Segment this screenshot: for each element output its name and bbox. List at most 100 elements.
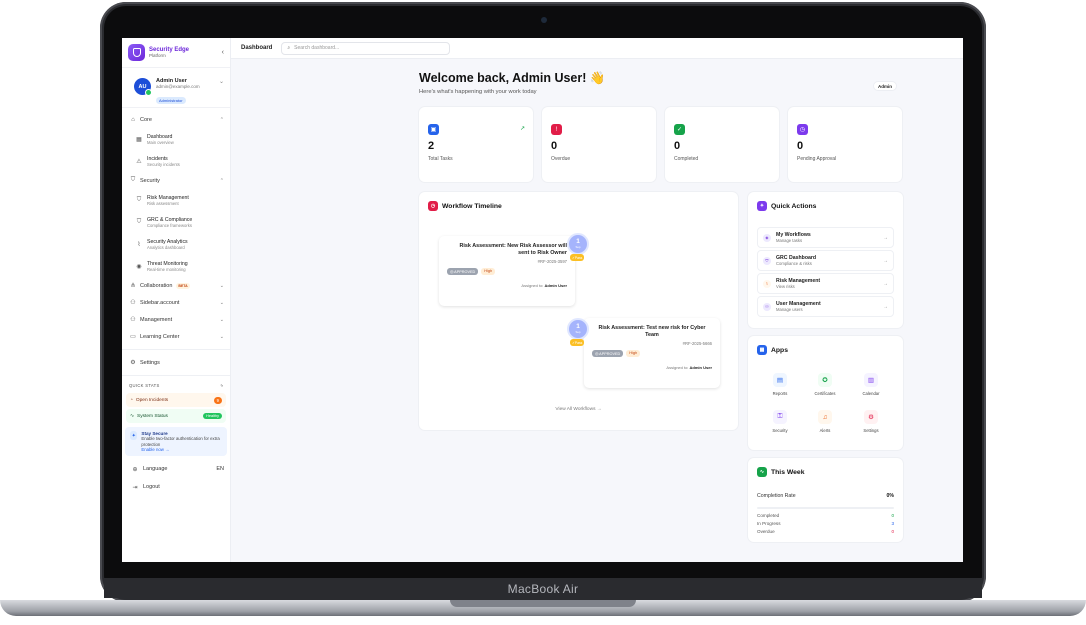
language-label: Language	[143, 466, 168, 473]
action-subtitle: Compliance & risks	[776, 261, 812, 266]
certificate-icon: ✪	[818, 373, 832, 387]
beta-badge: BETA	[176, 282, 190, 289]
app-settings[interactable]: ⚙ Settings	[856, 410, 886, 433]
search-icon: ⌕	[287, 45, 291, 51]
user-icon: ⚇	[130, 300, 136, 306]
quick-action-user-management[interactable]: ⚇ User Management Manage users →	[757, 296, 894, 317]
globe-icon: ⊕	[132, 466, 138, 473]
breadcrumb: Dashboard	[241, 45, 273, 51]
priority-badge: High	[481, 267, 496, 275]
app-calendar[interactable]: ▥ Calendar	[856, 373, 886, 396]
stat-card-total-tasks[interactable]: ▣ ↗ 2 Total Tasks	[419, 107, 533, 182]
workflow-assignee: Assigned to: Admin User	[592, 365, 712, 370]
app-security[interactable]: ⚿ Security	[765, 410, 795, 433]
item-subtitle: Real-time monitoring	[147, 266, 186, 272]
page-title: Welcome back, Admin User! 👋	[419, 71, 606, 85]
arrow-right-icon: →	[883, 280, 888, 287]
shield-icon: ⛉	[136, 196, 142, 203]
app-reports[interactable]: ▤ Reports	[765, 373, 795, 396]
topbar: Dashboard ⌕ Search dashboard...	[231, 38, 963, 59]
arrow-right-icon: →	[883, 303, 888, 310]
app-alerts[interactable]: ♫ Alerts	[810, 410, 840, 433]
chevron-down-icon: ⌄	[219, 299, 224, 306]
bell-icon: ♫	[818, 410, 832, 424]
rate-label: Completion Rate	[757, 493, 796, 499]
trend-up-icon: ↗	[519, 126, 525, 132]
app-certificates[interactable]: ✪ Certificates	[810, 373, 840, 396]
quick-stats-title: QUICK STATS	[129, 383, 160, 388]
node-month: Sep	[575, 245, 581, 250]
sidebar-item-threat-monitoring[interactable]: ◉ Threat Monitoring Real-time monitoring	[122, 255, 230, 277]
sidebar-item-incidents[interactable]: ⚠ Incidents Security incidents	[122, 150, 230, 172]
chevron-up-icon: ⌃	[219, 116, 224, 123]
sidebar-item-risk-management[interactable]: ⛉ Risk Management Risk assessment	[122, 189, 230, 211]
user-profile[interactable]: AU Admin User admin@example.com Administ…	[122, 68, 230, 108]
logout-button[interactable]: ⇥ Logout	[122, 478, 230, 496]
nav-group-label: Learning Center	[140, 333, 180, 340]
sidebar-item-settings[interactable]: ⚙ Settings	[122, 354, 230, 371]
sidebar-item-security-analytics[interactable]: ⌇ Security Analytics Analytics dashboard	[122, 233, 230, 255]
quick-actions-card: ✦ Quick Actions ◈ My Workflows Manage tas…	[748, 192, 903, 328]
nav-group-management[interactable]: ⚇ Management ⌄	[122, 311, 230, 328]
home-icon: ⌂	[131, 116, 135, 123]
sidebar: Security Edge Platform ‹ AU Admin User a…	[122, 38, 231, 562]
action-subtitle: View risks	[776, 284, 795, 289]
alert-icon: !	[551, 124, 562, 135]
system-status-stat[interactable]: ∿ System Status Healthy	[126, 409, 226, 423]
user-email: admin@example.com	[156, 84, 200, 89]
row-label: In Progress	[757, 521, 781, 526]
timeline-node: 1 Sep	[567, 233, 589, 255]
page-subtitle: Here's what's happening with your work t…	[419, 89, 537, 95]
status-text: APPROVED	[599, 351, 621, 356]
nav-group-security[interactable]: ⛉ Security ⌃	[122, 172, 230, 189]
stay-secure-card: ✦ Stay Secure Enable two-factor authenti…	[125, 427, 227, 457]
chart-icon: ⌇	[137, 241, 141, 248]
stat-value: 2	[428, 140, 435, 152]
stat-card-pending-approval[interactable]: ◷ 0 Pending Approval	[788, 107, 902, 182]
nav-group-core[interactable]: ⌂ Core ⌃	[122, 111, 230, 128]
action-subtitle: Manage tasks	[776, 238, 803, 243]
open-incidents-stat[interactable]: ◔ Open Incidents 9	[126, 393, 226, 407]
view-all-workflows-link[interactable]: View All Workflows →	[419, 407, 738, 412]
enable-2fa-link[interactable]: Enable now →	[141, 447, 222, 452]
workflow-item[interactable]: Risk Assessment: New Risk Assessor will …	[439, 236, 575, 306]
eye-icon: ◉	[136, 263, 142, 270]
stat-card-completed[interactable]: ✓ 0 Completed	[665, 107, 779, 182]
alert-circle-icon: ◔	[130, 397, 133, 403]
section-header: ◷ Workflow Timeline	[428, 201, 502, 211]
section-header: ▦ Apps	[757, 345, 788, 355]
nav-group-account[interactable]: ⚇ Sidebar.account ⌄	[122, 294, 230, 311]
sidebar-item-grc[interactable]: ⛉ GRC & Compliance Compliance frameworks	[122, 211, 230, 233]
item-title: Risk Management	[147, 194, 189, 201]
quick-action-grc-dashboard[interactable]: ⛉ GRC Dashboard Compliance & risks →	[757, 250, 894, 271]
nav-group-learning[interactable]: ▭ Learning Center ⌄	[122, 328, 230, 345]
nav-group-collaboration[interactable]: ⋔ Collaboration BETA ⌄	[122, 277, 230, 294]
quick-action-risk-management[interactable]: ⌇ Risk Management View risks →	[757, 273, 894, 294]
quick-action-my-workflows[interactable]: ◈ My Workflows Manage tasks →	[757, 227, 894, 248]
document-icon: ▤	[773, 373, 787, 387]
admin-role-badge: Admin	[873, 81, 897, 91]
logout-label: Logout	[143, 484, 160, 491]
item-subtitle: Compliance frameworks	[147, 222, 192, 228]
collapse-sidebar-icon[interactable]: ‹	[222, 49, 224, 56]
briefcase-icon: ▣	[428, 124, 439, 135]
sidebar-item-dashboard[interactable]: ▦ Dashboard Main overview	[122, 128, 230, 150]
workflow-item[interactable]: Risk Assessment: Test new risk for Cyber…	[584, 318, 720, 388]
sparkle-icon: ✦	[130, 431, 138, 440]
sidebar-header: Security Edge Platform ‹	[122, 38, 230, 68]
chevron-down-icon[interactable]: ⌄	[219, 78, 224, 101]
priority-badge: High	[626, 349, 641, 357]
item-title: Dashboard	[147, 133, 173, 140]
language-selector[interactable]: ⊕ Language EN	[122, 460, 230, 478]
section-header: ∿ This Week	[757, 467, 805, 477]
stat-card-overdue[interactable]: ! 0 Overdue	[542, 107, 656, 182]
assignee-name: Admin User	[689, 364, 712, 370]
search-input[interactable]: ⌕ Search dashboard...	[281, 41, 451, 55]
node-tag-text: Pass	[574, 340, 583, 345]
status-badge: ◎ APPROVED	[447, 267, 479, 275]
role-badge: Administrator	[156, 97, 186, 104]
workflow-timeline-card: ◷ Workflow Timeline Risk Assessment: New…	[419, 192, 738, 430]
language-value: EN	[216, 466, 224, 473]
apps-card: ▦ Apps ▤ Reports ✪ Certificates ▥ Calend…	[748, 336, 903, 450]
item-subtitle: Main overview	[147, 139, 174, 145]
